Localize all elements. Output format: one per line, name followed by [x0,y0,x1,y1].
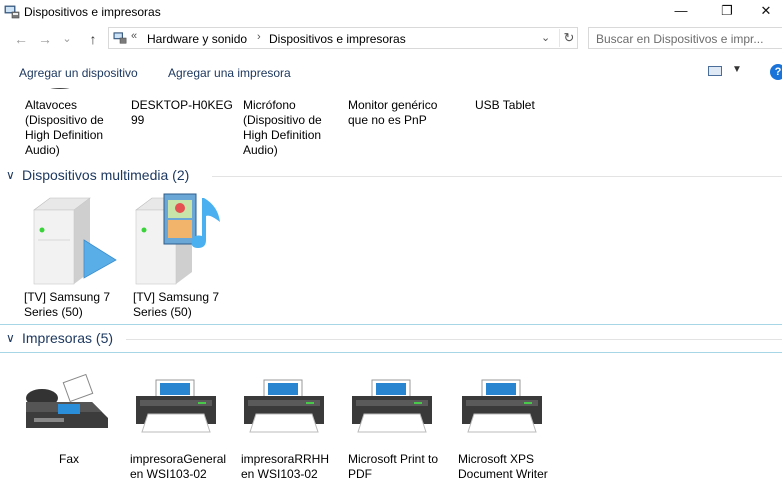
group-multimedia-title[interactable]: Dispositivos multimedia (2) [22,167,189,183]
search-input[interactable]: Buscar en Dispositivos e impr... [588,27,782,49]
breadcrumb-hardware[interactable]: Hardware y sonido [147,32,247,46]
maximize-button[interactable]: ❐ [704,0,750,24]
printer-ms-xps[interactable]: Microsoft XPS Document Writer [458,452,548,482]
media-player-icon[interactable] [130,192,226,286]
devices-printers-icon [4,5,20,19]
breadcrumb-devices[interactable]: Dispositivos e impresoras [269,32,406,46]
group-focus-bottom [0,352,782,353]
printer-icon[interactable] [460,378,544,434]
fax-icon[interactable] [22,372,112,434]
printer-general[interactable]: impresoraGeneral en WSI103-02 [130,452,226,482]
view-options-dropdown[interactable]: ▼ [732,64,742,75]
speakers-icon [50,88,70,89]
command-bar: Agregar un dispositivo Agregar una impre… [0,60,782,86]
printer-rrhh[interactable]: impresoraRRHH en WSI103-02 [241,452,329,482]
device-samsung-tv-1[interactable]: [TV] Samsung 7 Series (50) [24,290,110,320]
back-button[interactable]: ← [12,30,30,48]
device-desktop[interactable]: DESKTOP-H0KEG 99 [131,98,233,128]
device-microphone[interactable]: Micrófono (Dispositivo de High Definitio… [243,98,322,158]
breadcrumb-separator-icon[interactable]: › [257,31,261,43]
address-overflow-icon[interactable]: « [131,30,137,42]
group-printers-header[interactable]: ∨ Impresoras (5) [0,330,782,348]
group-collapse-icon[interactable]: ∨ [6,331,15,345]
add-device-button[interactable]: Agregar un dispositivo [19,66,138,80]
group-printers-title[interactable]: Impresoras (5) [22,330,113,346]
close-button[interactable]: ✕ [750,0,782,24]
up-button[interactable]: ↑ [84,30,102,48]
group-collapse-icon[interactable]: ∨ [6,168,15,182]
device-monitor[interactable]: Monitor genérico que no es PnP [348,98,437,128]
printer-ms-pdf[interactable]: Microsoft Print to PDF [348,452,438,482]
add-printer-button[interactable]: Agregar una impresora [168,66,291,80]
refresh-button[interactable]: ↻ [559,29,578,47]
address-dropdown-icon[interactable]: ⌄ [541,31,550,44]
device-usb-tablet[interactable]: USB Tablet [475,98,535,113]
group-divider [126,339,782,340]
microphone-icon [264,88,304,92]
minimize-button[interactable]: — [658,0,704,24]
computer-icon [150,88,190,92]
printer-fax[interactable]: Fax [59,452,79,467]
group-divider [212,176,782,177]
device-speakers[interactable]: Altavoces (Dispositivo de High Definitio… [25,98,104,158]
help-button[interactable]: ? [770,64,782,80]
control-panel-icon [113,32,127,44]
recent-locations-button[interactable]: ⌄ [58,30,76,48]
printer-icon[interactable] [242,378,326,434]
title-bar: Dispositivos e impresoras — ❐ ✕ [0,0,782,24]
media-server-icon[interactable] [28,194,118,286]
forward-button[interactable]: → [36,30,54,48]
printer-icon[interactable] [350,378,434,434]
monitor-icon [380,88,420,92]
devices-content: Altavoces (Dispositivo de High Definitio… [0,88,782,487]
group-multimedia-header[interactable]: ∨ Dispositivos multimedia (2) [0,167,782,185]
address-bar[interactable]: « Hardware y sonido › Dispositivos e imp… [108,27,578,49]
printer-icon[interactable] [134,378,218,434]
window-title: Dispositivos e impresoras [24,5,161,19]
search-placeholder: Buscar en Dispositivos e impr... [596,32,764,46]
device-samsung-tv-2[interactable]: [TV] Samsung 7 Series (50) [133,290,219,320]
group-focus-top [0,324,782,325]
change-view-icon[interactable] [708,66,722,76]
